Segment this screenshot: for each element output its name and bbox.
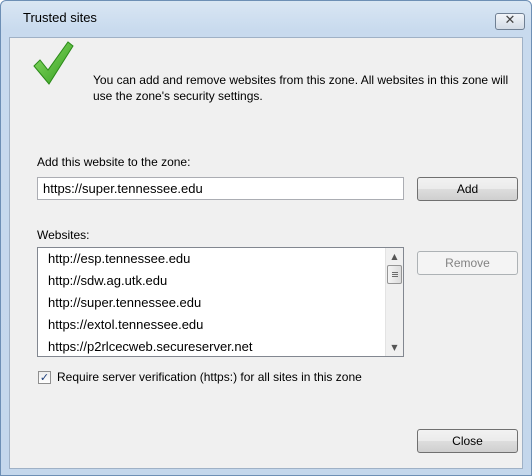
list-item[interactable]: http://esp.tennessee.edu — [38, 248, 385, 270]
website-input[interactable] — [37, 177, 404, 200]
websites-scrollbar[interactable]: ▲ ▼ — [385, 248, 403, 356]
list-item[interactable]: http://super.tennessee.edu — [38, 292, 385, 314]
scroll-up-arrow-icon[interactable]: ▲ — [386, 248, 403, 265]
add-button[interactable]: Add — [417, 177, 518, 201]
list-item[interactable]: https://extol.tennessee.edu — [38, 314, 385, 336]
add-website-label: Add this website to the zone: — [37, 155, 191, 169]
intro-text: You can add and remove websites from thi… — [93, 73, 509, 103]
remove-button[interactable]: Remove — [417, 251, 518, 275]
close-icon: ✕ — [504, 13, 516, 28]
title-bar[interactable]: Trusted sites ✕ — [1, 1, 531, 37]
require-verification-label[interactable]: Require server verification (https:) for… — [57, 370, 362, 384]
websites-label: Websites: — [37, 228, 90, 242]
websites-list: http://esp.tennessee.edu http://sdw.ag.u… — [38, 248, 385, 356]
green-checkmark-icon — [33, 41, 74, 85]
dialog-title: Trusted sites — [23, 10, 97, 25]
close-window-button[interactable]: ✕ — [495, 13, 525, 30]
list-item[interactable]: http://sdw.ag.utk.edu — [38, 270, 385, 292]
require-verification-checkbox[interactable]: ✓ — [38, 371, 51, 384]
list-item[interactable]: https://p2rlcecweb.secureserver.net — [38, 336, 385, 356]
close-button[interactable]: Close — [417, 429, 518, 453]
scroll-down-arrow-icon[interactable]: ▼ — [386, 339, 403, 356]
websites-listbox[interactable]: http://esp.tennessee.edu http://sdw.ag.u… — [37, 247, 404, 357]
scrollbar-thumb[interactable] — [387, 265, 402, 284]
